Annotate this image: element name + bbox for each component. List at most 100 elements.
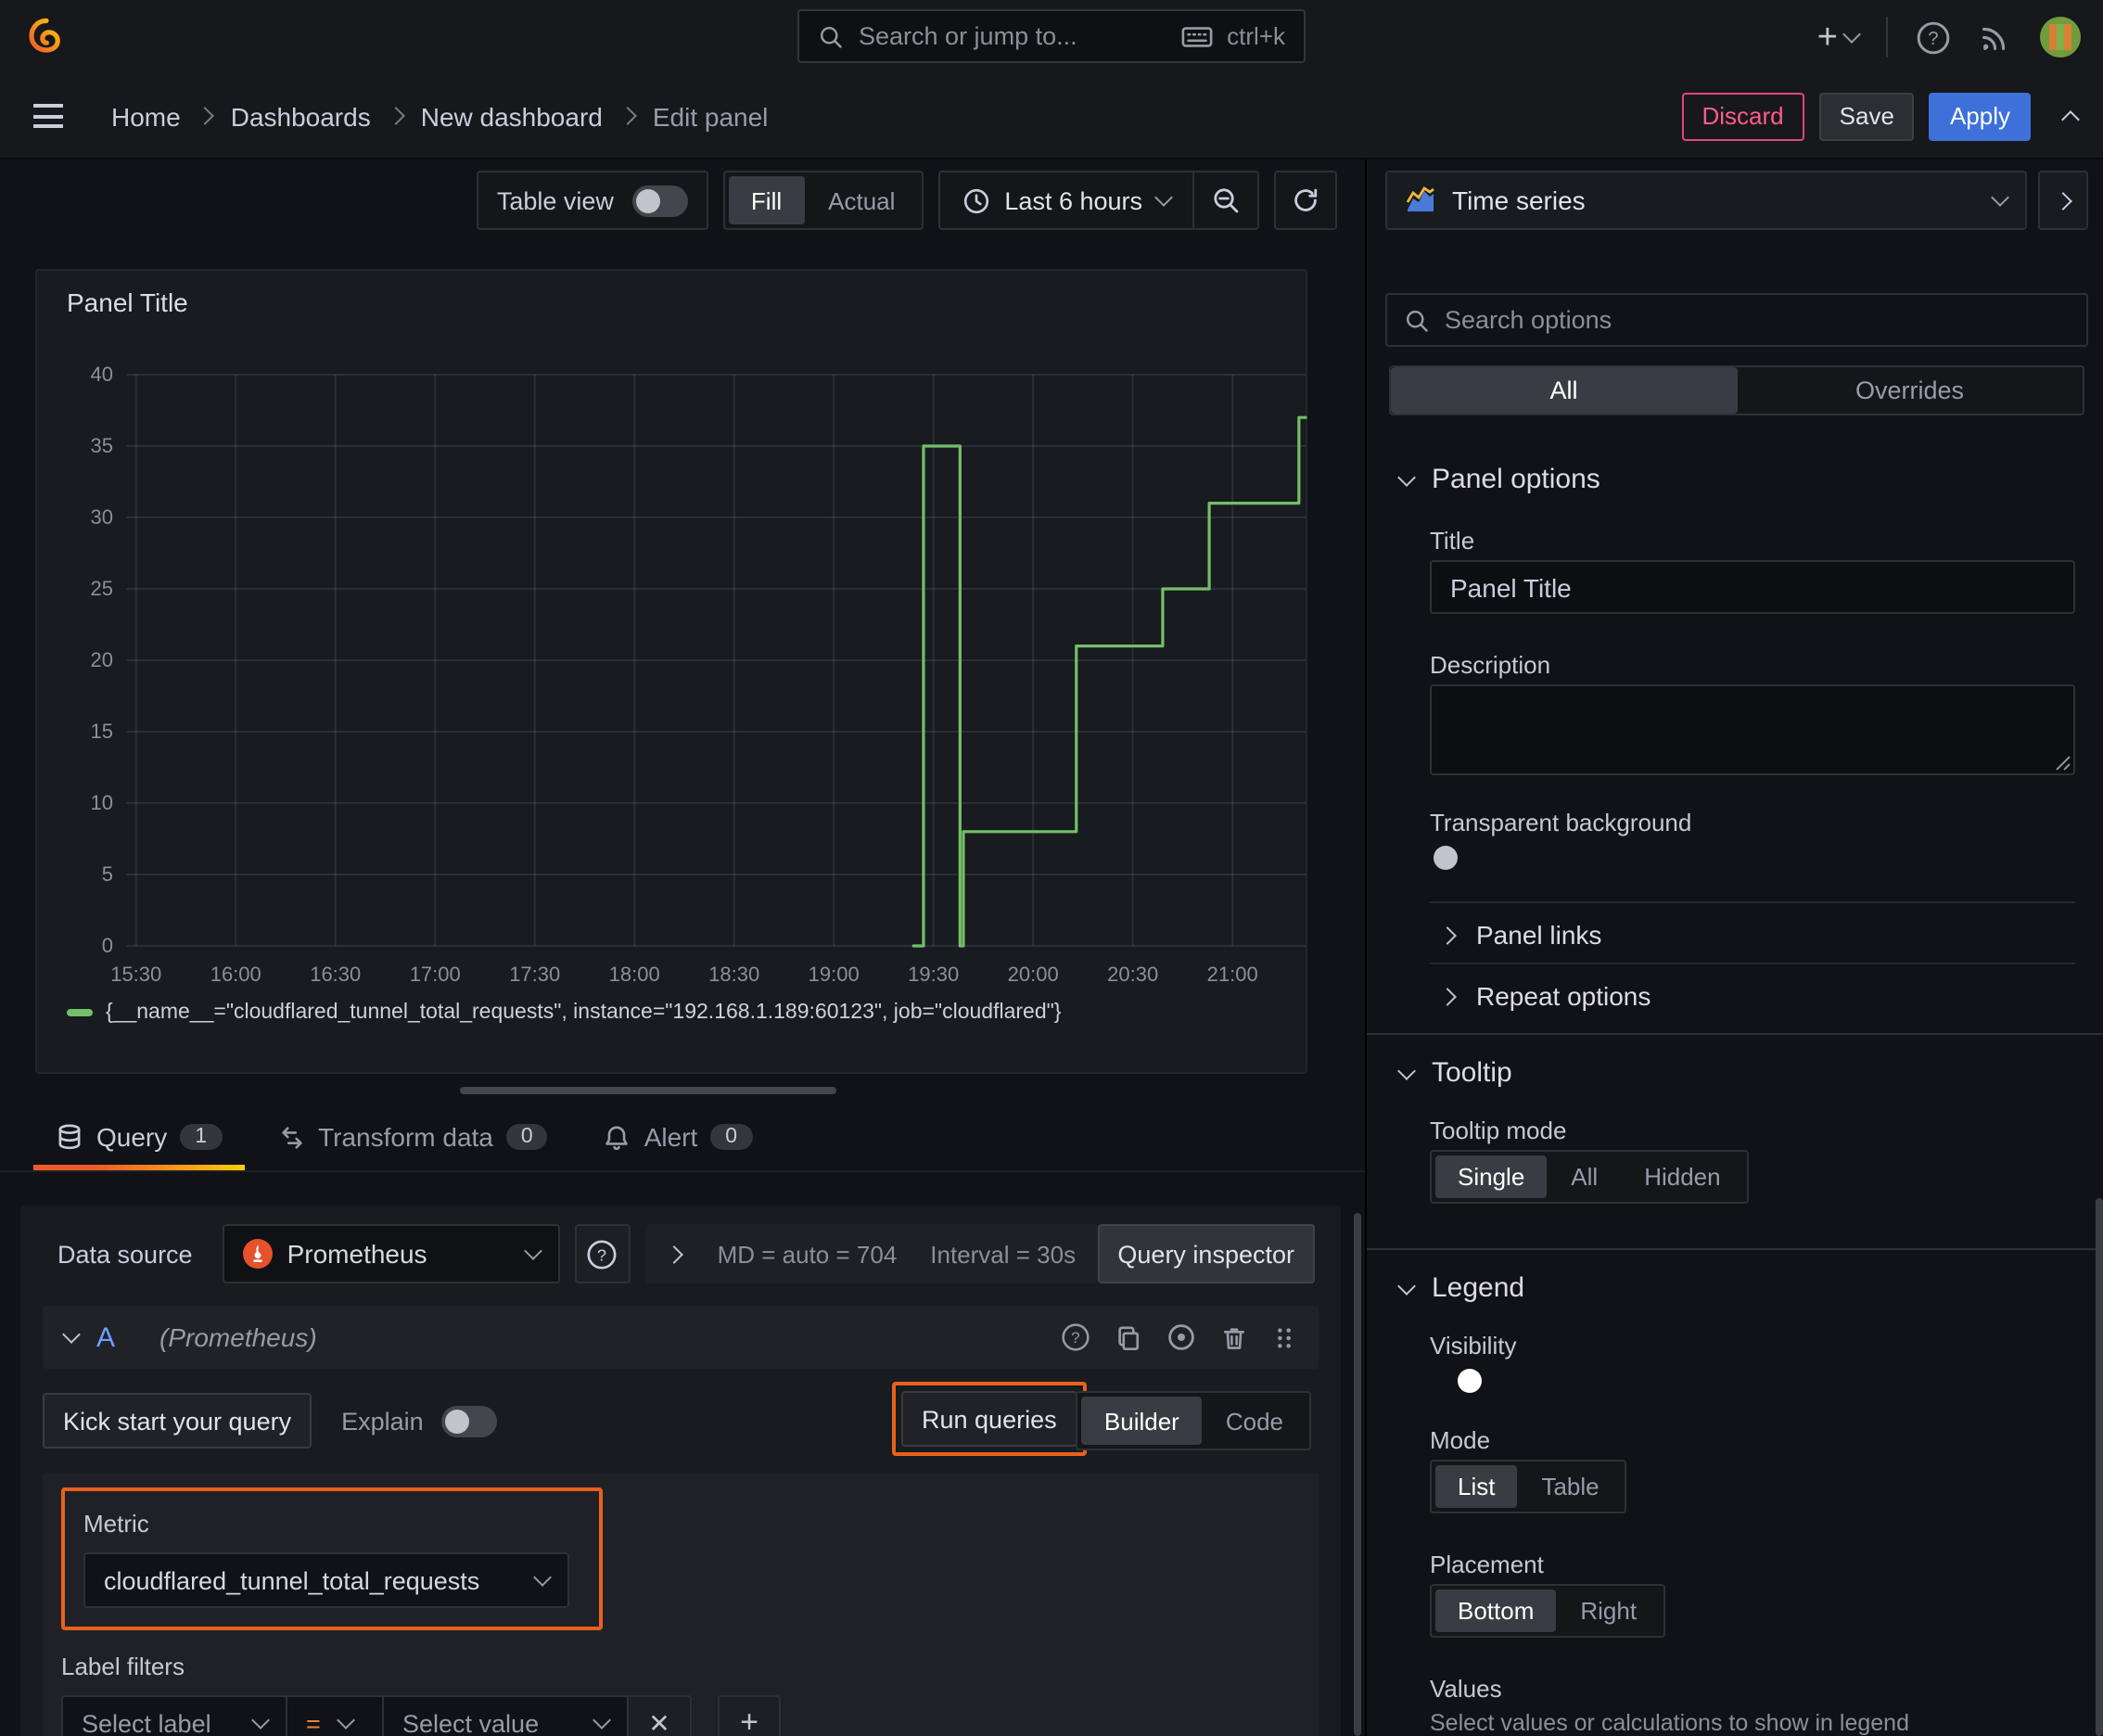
operator-value: = [306,1709,321,1736]
legend-placement-bottom[interactable]: Bottom [1435,1589,1557,1632]
run-queries-button[interactable]: Run queries [901,1391,1077,1447]
collapse-options-icon[interactable] [2061,109,2080,128]
legend-placement-switch: Bottom Right [1430,1584,1665,1638]
add-filter-button[interactable]: + [718,1695,781,1736]
chevron-right-icon [1438,987,1457,1005]
time-series-chart[interactable]: 0 5 10 15 20 25 30 35 40 15:30 16:00 16:30 17:00 17:3… [63,352,1317,998]
collapse-pane-button[interactable] [2038,171,2088,230]
explain-toggle[interactable] [441,1405,498,1436]
tab-overrides[interactable]: Overrides [1737,367,2083,414]
tooltip-mode-hidden[interactable]: Hidden [1622,1155,1742,1198]
legend-series-label[interactable]: {__name__="cloudflared_tunnel_total_requ… [106,1002,1061,1024]
svg-text:15: 15 [91,720,113,743]
description-textarea[interactable] [1430,684,2075,775]
title-label: Title [1430,527,1475,555]
query-ref-id: A [96,1321,116,1353]
refresh-button[interactable] [1274,171,1337,230]
panel-options-header[interactable]: Panel options [1397,464,1600,495]
table-view-toggle[interactable] [631,185,688,216]
options-scrollbar[interactable] [2096,1198,2103,1736]
discard-button[interactable]: Discard [1681,92,1804,140]
datasource-picker[interactable]: Prometheus [222,1224,560,1283]
actual-option[interactable]: Actual [806,176,917,224]
resize-handle-icon[interactable] [2055,755,2071,772]
drag-grip-icon[interactable] [1272,1323,1296,1351]
legend-placement-right[interactable]: Right [1558,1589,1659,1632]
svg-text:17:30: 17:30 [509,963,560,986]
help-icon[interactable]: ? [1061,1322,1090,1352]
disable-query-icon[interactable] [1166,1322,1196,1352]
plus-icon: + [740,1704,758,1736]
breadcrumb-new-dashboard[interactable]: New dashboard [421,101,603,131]
tab-transform-data[interactable]: Transform data 0 [255,1122,570,1170]
kickstart-button[interactable]: Kick start your query [43,1393,312,1449]
trash-icon[interactable] [1220,1323,1248,1351]
tooltip-header[interactable]: Tooltip [1397,1057,1512,1089]
metric-select[interactable]: cloudflared_tunnel_total_requests [83,1552,569,1608]
tab-alert[interactable]: Alert 0 [581,1122,774,1170]
breadcrumb-home[interactable]: Home [111,101,181,131]
expand-options-icon[interactable] [664,1245,683,1263]
query-inspector-button[interactable]: Query inspector [1097,1224,1315,1283]
top-nav-actions: + ? [1817,0,2081,74]
chevron-right-icon [618,107,637,125]
panel-preview: Panel Title 0 5 10 15 20 25 30 35 40 15:30 16:00 16… [35,269,1307,1074]
label-filter-row: Select label = Select value ✕ + [61,1695,1300,1736]
legend-header[interactable]: Legend [1397,1272,1525,1304]
tab-all[interactable]: All [1391,367,1737,414]
fill-option[interactable]: Fill [728,176,805,224]
builder-option[interactable]: Builder [1081,1397,1202,1445]
tab-query[interactable]: Query 1 [33,1122,244,1170]
options-search[interactable]: Search options [1385,293,2088,347]
select-value-dropdown[interactable]: Select value [384,1695,629,1736]
panel-title[interactable]: Panel Title [67,287,188,317]
select-label-dropdown[interactable]: Select label [61,1695,287,1736]
apply-button[interactable]: Apply [1929,92,2031,140]
remove-filter-button[interactable]: ✕ [629,1695,692,1736]
legend-title: Legend [1432,1272,1525,1304]
query-options-row: Kick start your query Explain Run querie… [43,1382,1319,1456]
duplicate-icon[interactable] [1115,1323,1142,1351]
run-queries-highlight: Run queries [892,1382,1087,1456]
help-icon[interactable]: ? [1916,19,1951,55]
global-search[interactable]: Search or jump to... ctrl+k [797,9,1306,63]
time-range-picker[interactable]: Last 6 hours [939,186,1192,214]
breadcrumb-dashboards[interactable]: Dashboards [231,101,371,131]
explain-label: Explain [341,1407,424,1435]
query-editor: Data source Prometheus ? MD = auto = 704… [20,1206,1341,1736]
description-label: Description [1430,651,1551,679]
interval: Interval = 30s [930,1240,1077,1268]
grafana-logo[interactable] [26,17,67,57]
svg-text:25: 25 [91,577,113,600]
visualization-name: Time series [1452,185,1586,215]
user-avatar[interactable] [2040,17,2081,57]
tooltip-mode-single[interactable]: Single [1435,1155,1548,1198]
operator-dropdown[interactable]: = [287,1695,384,1736]
chevron-down-icon [1991,188,2009,207]
zoom-out-button[interactable] [1194,172,1257,228]
collapse-query-icon[interactable] [62,1325,81,1344]
legend-mode-table[interactable]: Table [1519,1465,1621,1508]
news-rss-icon[interactable] [1979,20,2012,54]
repeat-options-section[interactable]: Repeat options [1438,981,1651,1011]
legend-mode-list[interactable]: List [1435,1465,1518,1508]
clock-icon [963,187,988,213]
tooltip-title: Tooltip [1432,1057,1512,1089]
menu-toggle[interactable] [26,96,70,135]
new-button[interactable]: + [1817,19,1861,55]
save-button[interactable]: Save [1818,92,1915,140]
query-actions: ? [1061,1322,1296,1352]
panel-links-section[interactable]: Panel links [1438,920,1601,950]
datasource-help-button[interactable]: ? [574,1224,631,1283]
left-pane-scrollbar[interactable] [1354,1213,1361,1736]
svg-text:30: 30 [91,505,113,529]
chevron-down-icon [1397,1061,1416,1079]
visualization-picker[interactable]: Time series [1385,171,2027,230]
transform-count-badge: 0 [505,1124,548,1150]
query-ref-header[interactable]: A (Prometheus) ? [43,1306,1319,1369]
resize-drag-handle[interactable] [460,1087,836,1094]
code-option[interactable]: Code [1204,1397,1306,1445]
panel-title-input[interactable] [1430,560,2075,614]
svg-text:15:30: 15:30 [110,963,161,986]
tooltip-mode-all[interactable]: All [1549,1155,1620,1198]
